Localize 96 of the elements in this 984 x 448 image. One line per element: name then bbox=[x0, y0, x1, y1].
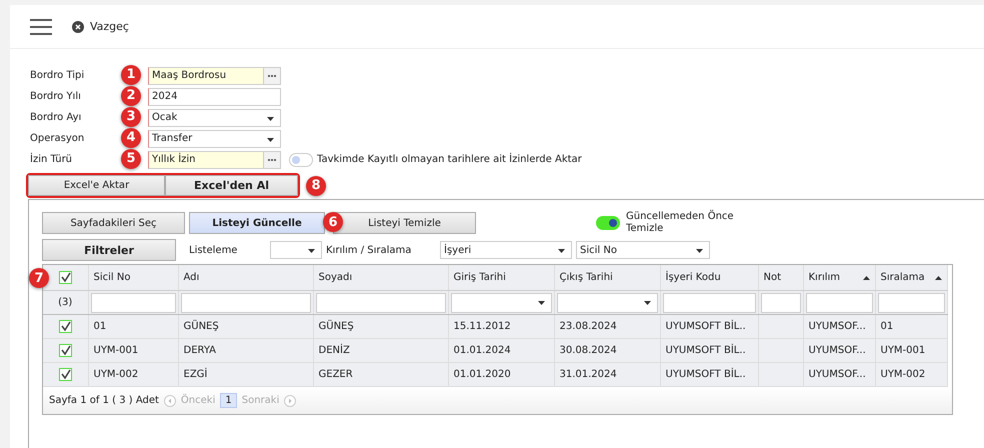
next-icon[interactable] bbox=[284, 394, 296, 406]
field-label: Bordro Yılı bbox=[30, 91, 81, 102]
list-button[interactable]: Sayfadakileri Seç bbox=[42, 212, 185, 234]
filter-field[interactable] bbox=[90, 292, 176, 312]
table-cell: 23.08.2024 bbox=[560, 321, 617, 332]
filter-field[interactable] bbox=[662, 292, 756, 312]
dropdown[interactable]: Ocak bbox=[148, 108, 281, 126]
toggle-switch[interactable] bbox=[289, 152, 313, 166]
column-header[interactable]: Soyadı bbox=[313, 265, 448, 290]
excel-button[interactable]: Excel'e Aktar bbox=[28, 175, 165, 196]
column-header[interactable]: Sicil No bbox=[88, 265, 178, 290]
dropdown[interactable]: İşyeri bbox=[440, 241, 572, 259]
caret-icon bbox=[267, 116, 274, 120]
filter-dropdown[interactable] bbox=[450, 292, 552, 312]
filter-field[interactable] bbox=[180, 292, 310, 312]
excel-button[interactable]: Excel'den Al bbox=[165, 175, 298, 196]
field-label: Bordro Tipi bbox=[30, 70, 84, 81]
toggle-label: Güncellemeden Önce Temizle bbox=[626, 211, 735, 235]
close-icon bbox=[72, 20, 84, 32]
table-cell: UYUMSOFT BİL.. bbox=[666, 369, 746, 380]
page-summary: Sayfa 1 of 1 ( 3 ) Adet bbox=[49, 395, 159, 406]
caret-icon bbox=[644, 300, 650, 304]
column-header[interactable]: Kırılım bbox=[803, 265, 875, 290]
table-cell: GÜNEŞ bbox=[318, 321, 354, 332]
table-cell: EZGİ bbox=[184, 369, 208, 380]
table-cell: UYUMSOFT BİL.. bbox=[666, 345, 746, 356]
select-all-checkbox[interactable] bbox=[58, 271, 72, 284]
table-cell: 01.01.2024 bbox=[454, 345, 511, 356]
filter-field[interactable] bbox=[806, 292, 872, 312]
list-button[interactable]: Listeyi Güncelle bbox=[189, 212, 325, 234]
table-cell: 15.11.2012 bbox=[454, 321, 511, 332]
step-marker: 5 bbox=[121, 148, 141, 168]
field-label: İzin Türü bbox=[30, 154, 72, 165]
table-cell: UYUMSOFT BİL.. bbox=[666, 321, 746, 332]
table-cell: GEZER bbox=[318, 369, 353, 380]
more-icon[interactable] bbox=[263, 68, 280, 84]
caret-icon bbox=[558, 249, 565, 253]
column-header[interactable]: Sıralama bbox=[875, 265, 947, 290]
previous-icon[interactable] bbox=[164, 394, 176, 406]
table-cell: UYUMSOF... bbox=[808, 321, 866, 332]
table-cell: DENİZ bbox=[318, 345, 350, 356]
lookup-field[interactable]: Yıllık İzin bbox=[148, 150, 281, 168]
table-cell: 01.01.2020 bbox=[454, 369, 511, 380]
field-label: Operasyon bbox=[30, 133, 84, 144]
sort-icon bbox=[934, 276, 942, 280]
row-checkbox[interactable] bbox=[58, 320, 72, 333]
step-marker: 7 bbox=[29, 268, 49, 288]
table-cell: DERYA bbox=[184, 345, 216, 356]
caret-icon bbox=[538, 300, 544, 304]
table-cell: 30.08.2024 bbox=[560, 345, 617, 356]
column-header[interactable]: Adı bbox=[178, 265, 313, 290]
row-checkbox[interactable] bbox=[58, 344, 72, 357]
table-cell: 01 bbox=[94, 321, 106, 332]
table-cell: GÜNEŞ bbox=[184, 321, 219, 332]
table-cell: 01 bbox=[880, 321, 894, 332]
filter-dropdown[interactable] bbox=[556, 292, 658, 312]
table-cell: UYM-002 bbox=[880, 369, 926, 380]
field-label: Bordro Ayı bbox=[30, 112, 82, 123]
caret-icon bbox=[308, 249, 315, 253]
column-header[interactable]: İşyeri Kodu bbox=[660, 265, 758, 290]
column-header[interactable]: Giriş Tarihi bbox=[448, 265, 554, 290]
column-header[interactable]: Not bbox=[758, 265, 803, 290]
step-marker: 8 bbox=[306, 176, 326, 196]
dropdown[interactable]: Sicil No bbox=[576, 241, 710, 259]
dropdown[interactable]: Transfer bbox=[148, 130, 281, 148]
cancel-button[interactable]: Vazgeç bbox=[72, 20, 129, 33]
row-count: (3) bbox=[58, 297, 72, 308]
input-field[interactable]: 2024 bbox=[148, 88, 281, 106]
dropdown[interactable] bbox=[270, 241, 322, 259]
step-marker: 1 bbox=[121, 64, 141, 84]
step-marker: 3 bbox=[121, 106, 141, 126]
more-icon[interactable] bbox=[263, 152, 280, 168]
table-cell: UYUMSOF... bbox=[808, 345, 866, 356]
filter-field[interactable] bbox=[878, 292, 944, 312]
sort-icon bbox=[862, 276, 870, 280]
caret-icon bbox=[696, 249, 703, 253]
filter-field[interactable] bbox=[760, 292, 800, 312]
lookup-field[interactable]: Maaş Bordrosu bbox=[148, 66, 281, 84]
toggle-switch[interactable] bbox=[596, 216, 620, 230]
menu-icon[interactable] bbox=[30, 18, 52, 34]
table-cell: UYM-002 bbox=[94, 369, 138, 380]
listing-label: Listeleme bbox=[189, 244, 238, 256]
table-cell: 31.01.2024 bbox=[560, 369, 617, 380]
filter-field[interactable] bbox=[316, 292, 446, 312]
toggle-label: Tavkimde Kayıtlı olmayan tarihlere ait İzinlerde Aktar bbox=[317, 154, 582, 165]
step-marker: 4 bbox=[121, 128, 141, 148]
table-cell: UYUMSOF... bbox=[808, 369, 866, 380]
filters-button[interactable]: Filtreler bbox=[42, 239, 176, 261]
step-marker: 2 bbox=[121, 86, 141, 106]
row-checkbox[interactable] bbox=[58, 368, 72, 381]
table-cell: UYM-001 bbox=[880, 345, 926, 356]
caret-icon bbox=[267, 138, 274, 142]
column-header[interactable]: Çıkış Tarihi bbox=[554, 265, 660, 290]
break-label: Kırılım / Sıralama bbox=[326, 244, 412, 256]
table-cell: UYM-001 bbox=[94, 345, 138, 356]
page-number[interactable]: 1 bbox=[220, 393, 237, 408]
